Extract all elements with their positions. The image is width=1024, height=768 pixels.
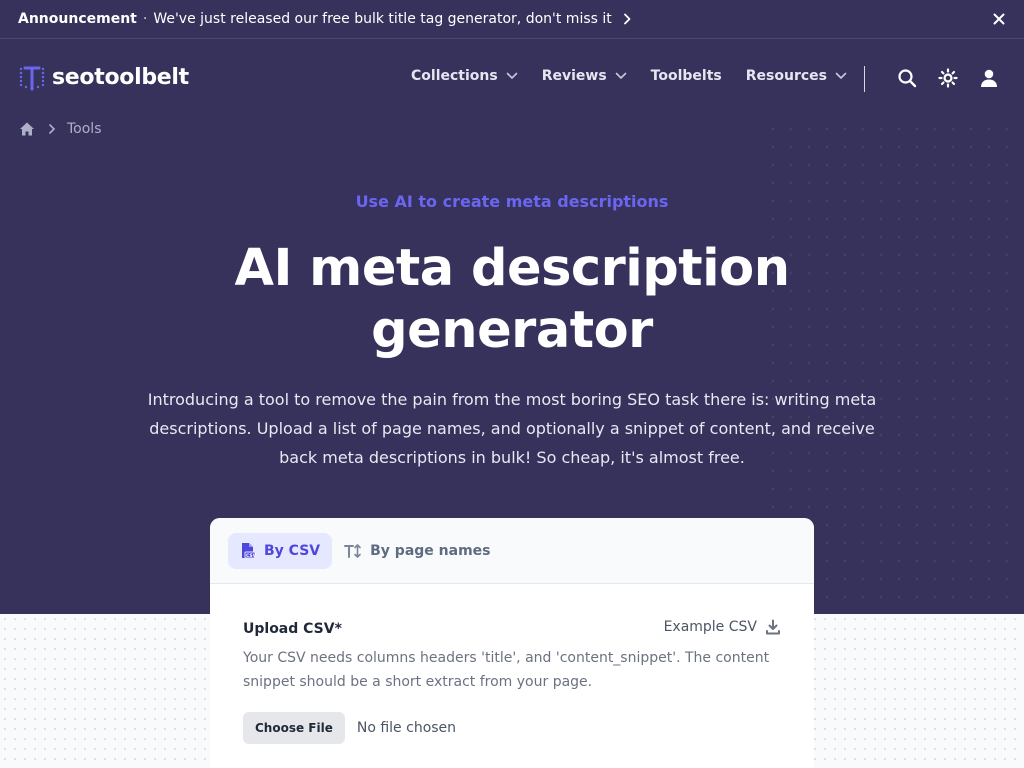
breadcrumb-item-tools[interactable]: Tools — [67, 121, 102, 137]
tab-by-csv[interactable]: CSV By CSV — [228, 532, 333, 569]
choose-file-button[interactable]: Choose File — [243, 712, 345, 744]
nav-item-label: Toolbelts — [650, 68, 722, 84]
file-input: Choose File No file chosen — [243, 712, 781, 744]
nav-divider — [864, 66, 865, 92]
chevron-down-icon — [615, 72, 626, 80]
nav-item-resources[interactable]: Resources — [746, 68, 847, 84]
close-icon[interactable] — [992, 12, 1006, 26]
hero-intro: Introducing a tool to remove the pain fr… — [147, 390, 877, 467]
download-icon — [766, 619, 780, 635]
tab-label: By CSV — [264, 542, 321, 559]
text-sort-icon — [344, 543, 361, 558]
nav-item-reviews[interactable]: Reviews — [542, 68, 627, 84]
hero-eyebrow: Use AI to create meta descriptions — [355, 192, 669, 211]
breadcrumb: Tools — [19, 121, 102, 137]
page-title-line-1: AI meta description — [234, 239, 790, 298]
tab-label: By page names — [370, 542, 491, 559]
announcement-separator: · — [142, 11, 148, 27]
nav-item-label: Collections — [411, 68, 498, 84]
page-title-line-2: generator — [371, 301, 653, 360]
chevron-right-icon[interactable] — [622, 13, 632, 25]
chevron-down-icon — [506, 72, 518, 80]
logo[interactable]: seotoolbelt — [18, 63, 189, 91]
announcement-label: Announcement — [18, 11, 137, 27]
page-title: AI meta description generator — [130, 238, 894, 362]
upload-help-text: Your CSV needs columns headers 'title', … — [243, 650, 770, 690]
nav-item-label: Reviews — [541, 68, 607, 84]
logo-mark-icon — [19, 66, 45, 91]
generator-card: CSV By CSV By page names Upload CSV* Exa… — [210, 518, 814, 768]
chevron-down-icon — [835, 72, 847, 80]
chevron-right-icon — [49, 124, 56, 134]
user-icon[interactable] — [979, 68, 999, 88]
search-icon[interactable] — [897, 68, 917, 88]
sun-icon[interactable] — [938, 68, 958, 88]
announcement-bar: Announcement · We've just released our f… — [0, 0, 1024, 39]
svg-text:CSV: CSV — [246, 553, 256, 559]
input-mode-tabs: CSV By CSV By page names — [210, 518, 814, 584]
nav-item-toolbelts[interactable]: Toolbelts — [651, 68, 722, 84]
csv-upload-section: Upload CSV* Example CSV Your CSV needs c… — [210, 584, 814, 744]
announcement-message[interactable]: We've just released our free bulk title … — [153, 11, 611, 27]
tab-by-page-names[interactable]: By page names — [332, 533, 502, 569]
example-csv-link[interactable]: Example CSV — [664, 619, 781, 635]
example-csv-label: Example CSV — [663, 619, 757, 635]
logo-text: seotoolbelt — [52, 64, 189, 90]
nav-item-label: Resources — [745, 68, 827, 84]
csv-file-icon: CSV — [242, 543, 256, 559]
main-nav: Collections Reviews Toolbelts Resources — [411, 68, 871, 84]
home-icon[interactable] — [19, 121, 35, 137]
file-status: No file chosen — [356, 720, 457, 736]
nav-item-collections[interactable]: Collections — [411, 68, 518, 84]
